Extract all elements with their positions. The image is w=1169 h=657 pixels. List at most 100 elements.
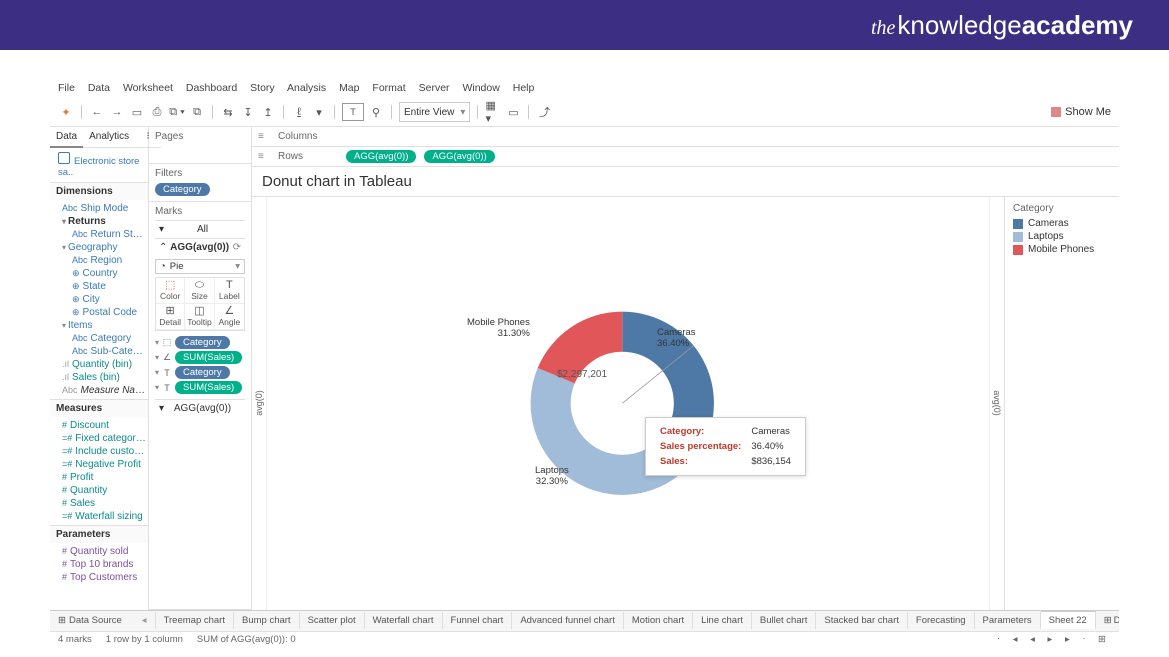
- menu-dashboard[interactable]: Dashboard: [186, 82, 237, 94]
- pin-icon[interactable]: ⚲: [368, 104, 384, 120]
- tab-data[interactable]: Data: [50, 127, 83, 148]
- tab-dashboard-1[interactable]: ⊞Dashboard 1: [1096, 612, 1119, 629]
- menu-server[interactable]: Server: [419, 82, 450, 94]
- measure-item[interactable]: =#Waterfall sizing: [56, 510, 148, 523]
- sort-desc-icon[interactable]: ↥: [260, 104, 276, 120]
- parameter-item[interactable]: #Top 10 brands: [56, 558, 148, 571]
- dimension-item[interactable]: ⊕State: [56, 280, 148, 293]
- marks-tooltip-button[interactable]: ◫Tooltip: [185, 304, 214, 330]
- label-icon[interactable]: T: [342, 103, 364, 121]
- cards-icon[interactable]: ▦ ▾: [485, 104, 501, 120]
- sheet-tab[interactable]: Treemap chart: [156, 612, 234, 629]
- marks-all-section[interactable]: ▾All: [155, 220, 245, 238]
- tab-sheet-active[interactable]: Sheet 22: [1041, 611, 1096, 629]
- tab-data-source[interactable]: ⊞Data Source◂: [50, 612, 156, 629]
- menu-data[interactable]: Data: [88, 82, 110, 94]
- dimension-item[interactable]: ▾Geography: [56, 241, 148, 254]
- donut-chart[interactable]: [267, 197, 989, 610]
- measure-item[interactable]: =#Negative Profit: [56, 458, 148, 471]
- tab-analytics[interactable]: Analytics: [83, 127, 135, 148]
- sheet-tab[interactable]: Advanced funnel chart: [512, 612, 624, 629]
- dimension-item[interactable]: ⊕Postal Code: [56, 306, 148, 319]
- forward-icon[interactable]: →: [109, 104, 125, 120]
- logo-icon[interactable]: ✦: [58, 104, 74, 120]
- measure-item[interactable]: =#Include customer..: [56, 445, 148, 458]
- new-sheet-icon[interactable]: ⧉ ▾: [169, 104, 185, 120]
- menu-format[interactable]: Format: [372, 82, 405, 94]
- duplicate-icon[interactable]: ⧉: [189, 104, 205, 120]
- sheet-tab[interactable]: Forecasting: [908, 612, 975, 629]
- tab-nav-icons[interactable]: ⋅ ◂ ◂ ▸ ▸ ⋅ ⊞: [997, 634, 1111, 645]
- applied-pill[interactable]: SUM(Sales): [175, 351, 242, 364]
- data-source-item[interactable]: Electronic store sa..: [50, 148, 148, 182]
- marks-agg2-section[interactable]: ▾AGG(avg(0)): [155, 399, 245, 417]
- dimension-item[interactable]: ▾Returns: [56, 215, 148, 228]
- sheet-tab[interactable]: Scatter plot: [300, 612, 365, 629]
- measure-item[interactable]: #Profit: [56, 471, 148, 484]
- sheet-tab[interactable]: Parameters: [975, 612, 1041, 629]
- dimension-item[interactable]: ▾Items: [56, 319, 148, 332]
- back-icon[interactable]: ←: [89, 104, 105, 120]
- parameter-item[interactable]: #Top Customers: [56, 571, 148, 584]
- new-data-icon[interactable]: ⎙: [149, 104, 165, 120]
- present-icon[interactable]: ▭: [505, 104, 521, 120]
- row-pill-agg2[interactable]: AGG(avg(0)): [424, 150, 494, 163]
- highlight-icon[interactable]: ℓ: [291, 104, 307, 120]
- marks-label-button[interactable]: TLabel: [215, 278, 244, 304]
- show-me-button[interactable]: Show Me: [1051, 106, 1111, 118]
- sheet-tab[interactable]: Motion chart: [624, 612, 693, 629]
- dimension-item[interactable]: .ılSales (bin): [56, 371, 148, 384]
- dimension-item[interactable]: AbcShip Mode: [56, 202, 148, 215]
- sheet-tab[interactable]: Funnel chart: [443, 612, 513, 629]
- row-pill-agg1[interactable]: AGG(avg(0)): [346, 150, 416, 163]
- columns-shelf[interactable]: ≡ Columns: [252, 127, 1119, 147]
- mark-type-select[interactable]: ◔Pie▾: [155, 259, 245, 274]
- dimension-item[interactable]: AbcSub-Category: [56, 345, 148, 358]
- menu-analysis[interactable]: Analysis: [287, 82, 326, 94]
- dimension-item[interactable]: AbcCategory: [56, 332, 148, 345]
- menu-help[interactable]: Help: [513, 82, 535, 94]
- marks-angle-button[interactable]: ∠Angle: [215, 304, 244, 330]
- dimension-item[interactable]: .ılQuantity (bin): [56, 358, 148, 371]
- menu-file[interactable]: File: [58, 82, 75, 94]
- chart-title[interactable]: Donut chart in Tableau: [252, 167, 1119, 196]
- sheet-tab[interactable]: Bump chart: [234, 612, 300, 629]
- menu-story[interactable]: Story: [250, 82, 275, 94]
- marks-agg-section[interactable]: ⌃ AGG(avg(0))⟳: [155, 238, 245, 256]
- menu-map[interactable]: Map: [339, 82, 359, 94]
- filter-pill-category[interactable]: Category: [155, 183, 210, 196]
- swap-icon[interactable]: ⇆: [220, 104, 236, 120]
- measure-item[interactable]: #Discount: [56, 419, 148, 432]
- share-icon[interactable]: ⤴: [536, 104, 552, 120]
- group-icon[interactable]: ▾: [311, 104, 327, 120]
- dimension-item[interactable]: AbcReturn Status: [56, 228, 148, 241]
- save-icon[interactable]: ▭: [129, 104, 145, 120]
- sheet-tab[interactable]: Stacked bar chart: [816, 612, 907, 629]
- applied-pill[interactable]: Category: [175, 336, 230, 349]
- menu-window[interactable]: Window: [462, 82, 499, 94]
- measure-item[interactable]: #Quantity: [56, 484, 148, 497]
- pages-shelf[interactable]: Pages: [149, 127, 251, 164]
- legend-item[interactable]: Laptops: [1013, 231, 1111, 242]
- rows-shelf[interactable]: ≡ Rows AGG(avg(0)) AGG(avg(0)): [252, 147, 1119, 167]
- dimension-item[interactable]: ⊕Country: [56, 267, 148, 280]
- marks-size-button[interactable]: ⬭Size: [185, 278, 214, 304]
- sheet-tab[interactable]: Line chart: [693, 612, 752, 629]
- applied-pill[interactable]: SUM(Sales): [175, 381, 242, 394]
- refresh-icon[interactable]: ⟳: [233, 242, 241, 253]
- viz-canvas[interactable]: $2,297,201 Cameras36.40% Laptops32.30% M…: [267, 197, 989, 610]
- filters-shelf[interactable]: Filters Category: [149, 164, 251, 202]
- measure-item[interactable]: =#Fixed category s..: [56, 432, 148, 445]
- parameter-item[interactable]: #Quantity sold: [56, 545, 148, 558]
- dimension-item[interactable]: ⊕City: [56, 293, 148, 306]
- applied-pill[interactable]: Category: [175, 366, 230, 379]
- marks-detail-button[interactable]: ⊞Detail: [156, 304, 185, 330]
- legend-item[interactable]: Cameras: [1013, 218, 1111, 229]
- view-fit-select[interactable]: Entire View ▾: [399, 102, 470, 122]
- marks-color-button[interactable]: ⬚Color: [156, 278, 185, 304]
- measure-item[interactable]: #Sales: [56, 497, 148, 510]
- sort-asc-icon[interactable]: ↧: [240, 104, 256, 120]
- dimension-item[interactable]: AbcMeasure Names: [56, 384, 148, 397]
- legend-item[interactable]: Mobile Phones: [1013, 244, 1111, 255]
- dimension-item[interactable]: AbcRegion: [56, 254, 148, 267]
